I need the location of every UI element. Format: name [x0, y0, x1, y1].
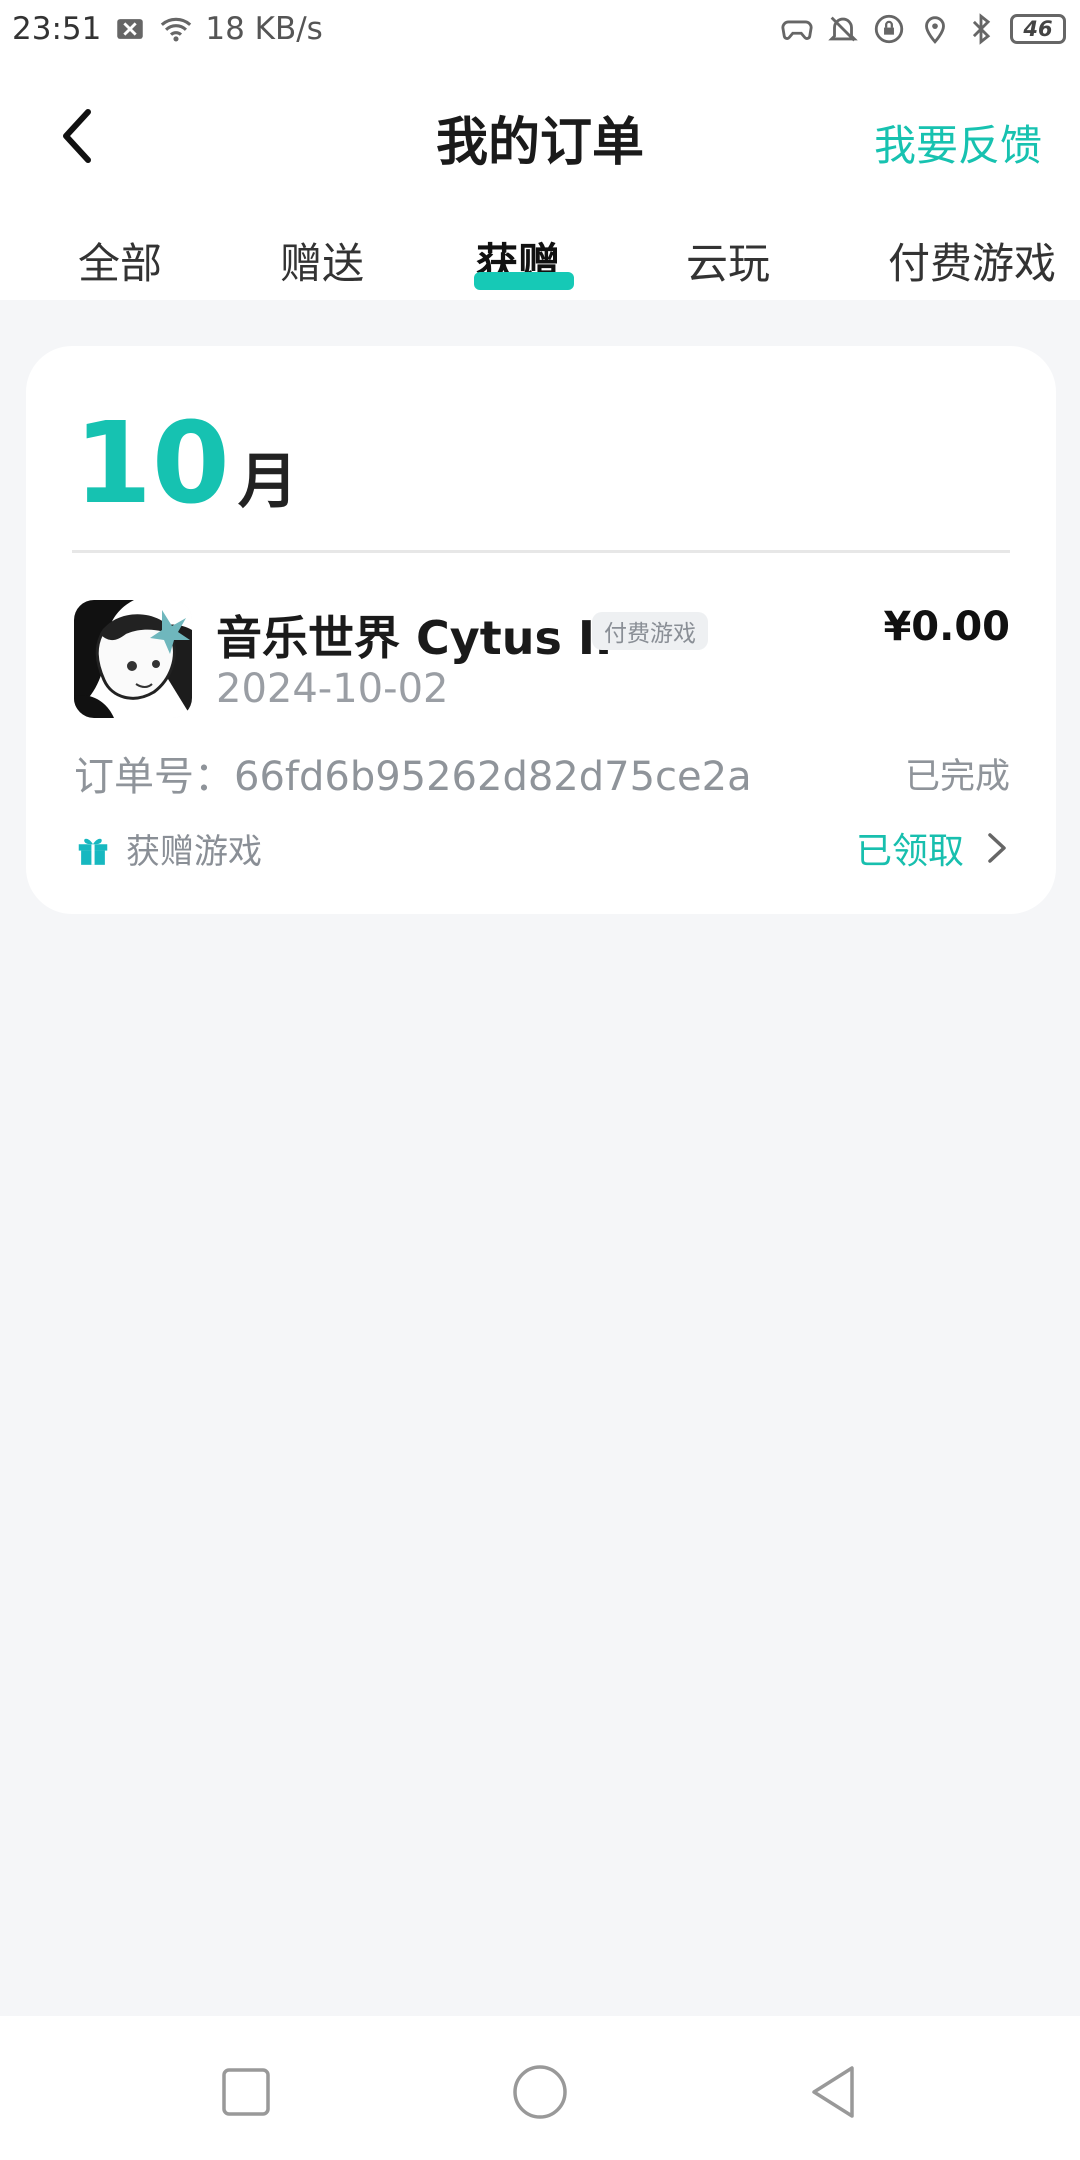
tab-cloud-play[interactable]: 云玩	[686, 230, 770, 291]
order-date: 2024-10-02	[216, 666, 449, 712]
status-bar-left: 23:51 18 KB/s	[12, 11, 323, 47]
home-button[interactable]	[508, 2060, 572, 2124]
order-status: 已完成	[904, 757, 1010, 797]
game-name[interactable]: 音乐世界 Cytus II	[216, 602, 612, 668]
month-heading: 10 月	[74, 408, 298, 520]
gift-icon	[74, 830, 112, 868]
circle-icon	[513, 2065, 567, 2119]
back-nav-button[interactable]	[802, 2060, 866, 2124]
claimed-label: 已领取	[855, 831, 964, 872]
recent-apps-button[interactable]	[214, 2060, 278, 2124]
feedback-link[interactable]: 我要反馈	[874, 112, 1042, 173]
tab-all[interactable]: 全部	[78, 230, 162, 291]
claimed-button[interactable]: 已领取	[856, 822, 1012, 874]
month-number: 10	[74, 399, 230, 529]
tab-paid-games[interactable]: 付费游戏	[888, 230, 1056, 291]
bell-off-icon	[826, 12, 860, 46]
active-tab-indicator	[474, 272, 574, 290]
gift-info: 获赠游戏	[74, 824, 262, 873]
divider	[72, 550, 1010, 553]
gift-label: 获赠游戏	[126, 832, 262, 872]
gamepad-icon	[780, 12, 814, 46]
order-number: 订单号：66fd6b95262d82d75ce2a	[74, 754, 752, 800]
triangle-back-icon	[812, 2066, 854, 2118]
lock-rotation-icon	[872, 12, 906, 46]
month-unit: 月	[237, 447, 298, 517]
game-type-tag: 付费游戏	[592, 612, 708, 650]
net-speed: 18 KB/s	[205, 11, 323, 47]
status-bar: 23:51 18 KB/s 46	[0, 0, 1080, 58]
game-art-icon	[74, 600, 192, 718]
close-box-icon	[113, 12, 147, 46]
system-nav-bar	[0, 2016, 1080, 2160]
status-time: 23:51	[12, 11, 102, 47]
top-bar: 我的订单 我要反馈	[0, 58, 1080, 218]
wifi-icon	[159, 12, 193, 46]
order-price: ¥0.00	[883, 604, 1010, 650]
chevron-right-icon	[982, 829, 1012, 867]
order-card: 10 月 音乐世界 Cytus II 付费游戏 ¥0.00 2024-10-02…	[26, 346, 1056, 914]
game-icon[interactable]	[74, 600, 192, 718]
bluetooth-icon	[964, 12, 998, 46]
square-icon	[222, 2068, 270, 2116]
battery-icon: 46	[1010, 14, 1066, 44]
battery-level: 46	[1023, 17, 1053, 41]
location-icon	[918, 12, 952, 46]
tab-gift-sent[interactable]: 赠送	[280, 230, 364, 291]
status-bar-right: 46	[780, 12, 1066, 46]
